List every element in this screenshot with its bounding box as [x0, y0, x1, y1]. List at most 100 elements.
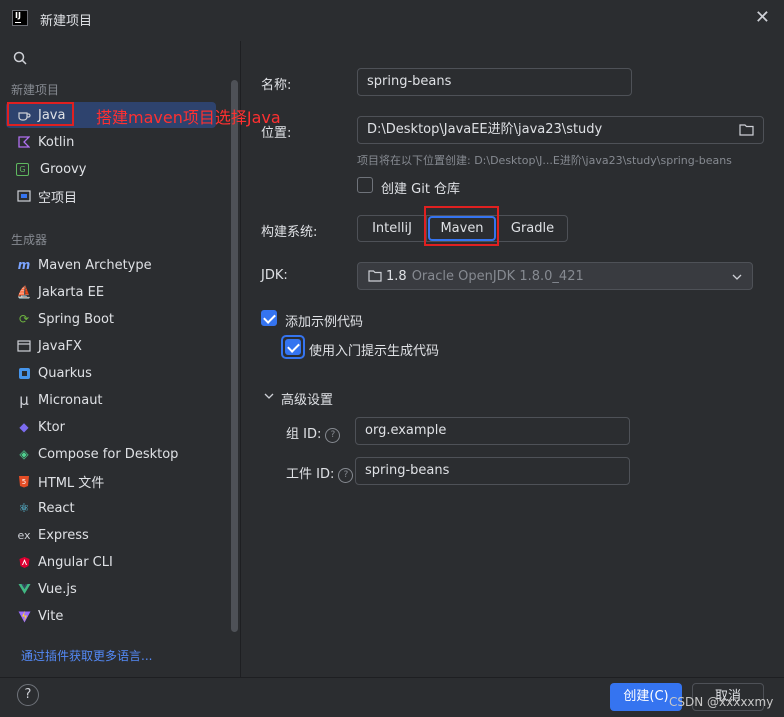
info-icon[interactable]: ? [338, 468, 354, 483]
sidebar-item-micronaut[interactable]: μ Micronaut [6, 387, 216, 413]
advanced-settings-label[interactable]: 高级设置 [281, 389, 333, 408]
sidebar-item-label: Maven Archetype [38, 257, 152, 273]
sidebar-item-empty-project[interactable]: 空项目 [6, 183, 216, 209]
group-id-label-text: 组 ID: [286, 427, 322, 442]
sidebar-item-maven-archetype[interactable]: m Maven Archetype [6, 252, 216, 278]
vue-icon [16, 581, 32, 597]
sidebar-item-label: Micronaut [38, 392, 103, 408]
sidebar-item-spring-boot[interactable]: ⟳ Spring Boot [6, 306, 216, 332]
folder-browse-icon[interactable] [739, 124, 754, 136]
sidebar-item-label: Vue.js [38, 581, 77, 597]
sidebar-item-groovy[interactable]: G Groovy [6, 156, 216, 182]
footer-divider [0, 677, 784, 678]
info-icon[interactable]: ? [325, 428, 341, 443]
build-option-intellij[interactable]: IntelliJ [357, 215, 427, 242]
close-icon[interactable]: ✕ [755, 8, 770, 28]
group-id-field[interactable]: org.example [355, 417, 630, 445]
spring-icon: ⟳ [18, 312, 30, 326]
sidebar: 新建项目 Java Kotlin G Groovy 空项目 生成器 m Mave… [0, 41, 241, 677]
location-field[interactable]: D:\Desktop\JavaEE进阶\java23\study [357, 116, 764, 144]
sidebar-item-label: React [38, 500, 75, 516]
onboarding-checkbox[interactable] [285, 339, 301, 355]
watermark: CSDN @xxxxxmy [669, 695, 774, 709]
annotation-maven-box [424, 206, 499, 246]
group-id-label: 组 ID:? [286, 423, 341, 443]
sidebar-item-label: JavaFX [38, 338, 82, 354]
react-icon: ⚛ [18, 501, 30, 515]
git-repo-checkbox[interactable] [357, 177, 373, 193]
quarkus-icon [16, 365, 32, 381]
sidebar-item-angular[interactable]: Angular CLI [6, 549, 216, 575]
onboarding-label: 使用入门提示生成代码 [309, 344, 440, 359]
annotation-highlight-box [7, 102, 74, 126]
sidebar-item-quarkus[interactable]: Quarkus [6, 360, 216, 386]
folder-icon [16, 188, 32, 204]
sidebar-item-label: Vite [38, 608, 64, 624]
git-repo-label: 创建 Git 仓库 [381, 182, 461, 197]
name-field[interactable]: spring-beans [357, 68, 632, 96]
sidebar-item-kotlin[interactable]: Kotlin [6, 129, 216, 155]
sample-code-label: 添加示例代码 [285, 315, 364, 330]
maven-icon: m [17, 258, 31, 272]
section-generators: 生成器 [11, 233, 48, 247]
javafx-icon [16, 338, 32, 354]
sidebar-item-vue[interactable]: Vue.js [6, 576, 216, 602]
micronaut-icon: μ [19, 391, 29, 409]
search-icon[interactable] [13, 51, 27, 65]
annotation-text: 搭建maven项目选择Java [96, 108, 281, 127]
intellij-app-icon: IJ [12, 10, 28, 26]
svg-text:5: 5 [22, 478, 26, 486]
angular-icon [16, 554, 32, 570]
sidebar-item-jakarta-ee[interactable]: ⛵ Jakarta EE [6, 279, 216, 305]
express-icon: ex [17, 528, 31, 542]
kotlin-icon [16, 134, 32, 150]
sidebar-item-label: Quarkus [38, 365, 92, 381]
groovy-icon: G [16, 162, 29, 176]
jakarta-icon: ⛵ [16, 285, 32, 299]
sidebar-item-html[interactable]: 5 HTML 文件 [6, 468, 216, 494]
jdk-dropdown[interactable]: 1.8 Oracle OpenJDK 1.8.0_421 [357, 262, 753, 290]
sidebar-item-ktor[interactable]: ◆ Ktor [6, 414, 216, 440]
sidebar-item-label: Compose for Desktop [38, 446, 179, 462]
chevron-down-icon [732, 274, 742, 280]
artifact-id-label-text: 工件 ID: [286, 467, 335, 482]
sidebar-item-label: Angular CLI [38, 554, 113, 570]
sidebar-item-react[interactable]: ⚛ React [6, 495, 216, 521]
more-languages-link[interactable]: 通过插件获取更多语言... [21, 647, 152, 664]
build-system-label: 构建系统: [261, 225, 318, 240]
name-label: 名称: [261, 78, 292, 93]
jdk-name: Oracle OpenJDK 1.8.0_421 [411, 268, 584, 284]
ktor-icon: ◆ [19, 420, 29, 434]
location-value: D:\Desktop\JavaEE进阶\java23\study [367, 122, 603, 137]
artifact-id-label: 工件 ID:? [286, 463, 354, 483]
sidebar-item-compose[interactable]: ◈ Compose for Desktop [6, 441, 216, 467]
sidebar-item-label: Ktor [38, 419, 65, 435]
section-new-project: 新建项目 [11, 83, 60, 97]
sidebar-item-express[interactable]: ex Express [6, 522, 216, 548]
sample-code-checkbox[interactable] [261, 310, 277, 326]
sidebar-scrollbar[interactable] [231, 80, 238, 632]
sidebar-item-label: Express [38, 527, 89, 543]
sidebar-item-vite[interactable]: Vite [6, 603, 216, 629]
jdk-version: 1.8 [386, 268, 407, 284]
sidebar-item-label: Groovy [40, 161, 87, 177]
html5-icon: 5 [16, 473, 32, 489]
sidebar-item-label: 空项目 [38, 190, 78, 206]
sidebar-item-label: Spring Boot [38, 311, 115, 327]
sidebar-item-label: Jakarta EE [38, 284, 105, 300]
collapse-chevron-icon[interactable] [264, 393, 274, 399]
build-option-gradle[interactable]: Gradle [497, 215, 568, 242]
sidebar-item-javafx[interactable]: JavaFX [6, 333, 216, 359]
artifact-id-field[interactable]: spring-beans [355, 457, 630, 485]
vite-icon [16, 608, 32, 624]
window-title: 新建项目 [40, 14, 93, 29]
location-label: 位置: [261, 126, 292, 141]
location-hint: 项目将在以下位置创建: D:\Desktop\J...E进阶\java23\st… [357, 154, 732, 167]
jdk-folder-icon [368, 270, 382, 282]
sidebar-item-label: HTML 文件 [38, 475, 105, 491]
jdk-label: JDK: [261, 268, 288, 283]
compose-icon: ◈ [19, 447, 29, 461]
sidebar-item-label: Kotlin [38, 134, 75, 150]
help-icon[interactable]: ? [17, 684, 39, 706]
title-bar: IJ 新建项目 ✕ [0, 0, 784, 38]
